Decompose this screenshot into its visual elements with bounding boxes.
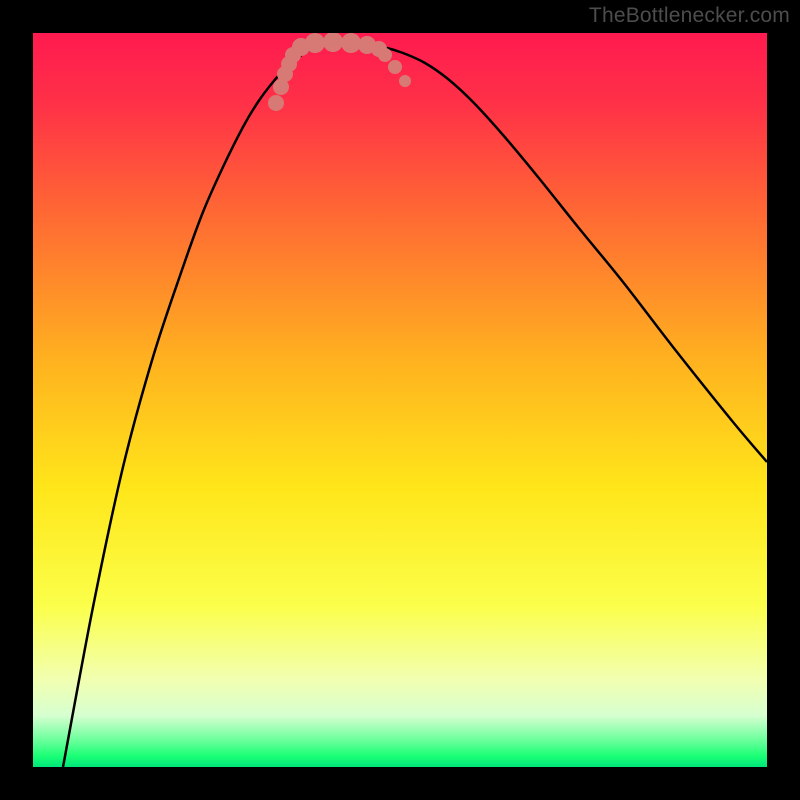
marker-dot	[399, 75, 411, 87]
chart-svg	[33, 33, 767, 767]
marker-dot	[388, 60, 402, 74]
plot-area	[33, 33, 767, 767]
chart-frame: TheBottlenecker.com	[0, 0, 800, 800]
marker-dot	[378, 48, 392, 62]
marker-dot	[268, 95, 284, 111]
marker-dot	[341, 33, 361, 53]
watermark-text: TheBottlenecker.com	[589, 4, 790, 28]
marker-dot	[305, 33, 325, 53]
gradient-background	[33, 33, 767, 767]
